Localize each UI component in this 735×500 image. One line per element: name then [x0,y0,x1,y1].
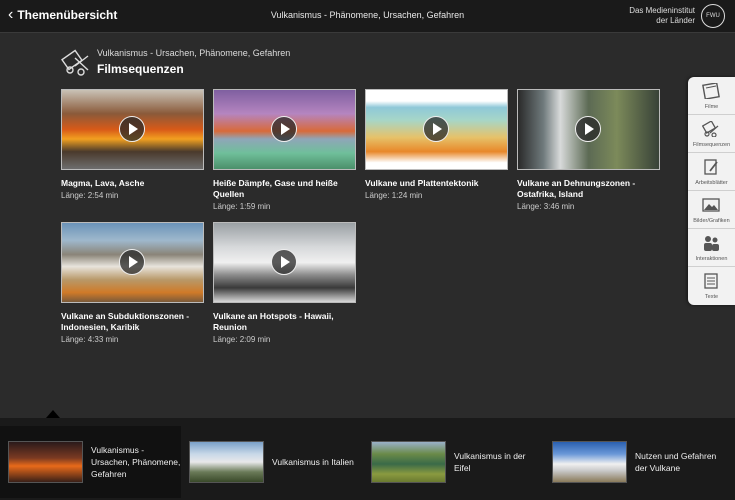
section-title: Filmsequenzen [97,62,184,76]
sidebar-item-arbeitsblaetter[interactable]: Arbeitsblätter [688,153,735,191]
sidebar-item-label: Interaktionen [695,256,728,262]
film-clips-section-icon [61,49,89,76]
topic-item-nutzen[interactable]: Nutzen und Gefahren der Vulkane [552,426,732,498]
sidebar-item-filme[interactable]: Filme [688,77,735,115]
play-icon[interactable] [119,116,145,142]
section-subtitle: Vulkanismus - Ursachen, Phänomene, Gefah… [97,48,291,58]
film-title: Vulkane an Hotspots - Hawaii, Reunion [213,311,334,332]
sidebar-item-texte[interactable]: Texte [688,267,735,304]
play-icon[interactable] [271,249,297,275]
play-icon[interactable] [575,116,601,142]
topic-navigation: Vulkanismus - Ursachen, Phänomene, Gefah… [0,418,735,500]
film-thumbnail [517,89,660,170]
film-card-1[interactable]: Magma, Lava, Asche Länge: 2:54 min [61,89,204,200]
topic-thumbnail [552,441,627,483]
active-topic-pointer [46,410,60,418]
sidebar-item-bilder[interactable]: Bilder/Grafiken [688,191,735,229]
brand-text: Das Medieninstitut der Länder [629,6,695,26]
topic-label: Vulkanismus in der Eifel [454,451,526,473]
worksheet-icon [704,159,718,175]
fwu-logo: FWU [701,4,725,28]
media-type-sidebar: Filme Filmsequenzen Arbeitsblätter Bilde… [688,77,735,305]
film-length: Länge: 3:46 min [517,202,575,211]
film-title: Vulkane an Subduktionszonen - Indonesien… [61,311,190,332]
sidebar-item-label: Texte [704,294,719,300]
film-card-6[interactable]: Vulkane an Hotspots - Hawaii, Reunion Lä… [213,222,356,344]
film-title: Vulkane und Plattentektonik [365,178,479,188]
brand-line-1: Das Medieninstitut [629,6,695,15]
film-thumbnail [365,89,508,170]
top-bar: ‹ Themenübersicht Vulkanismus - Phänomen… [0,0,735,33]
sidebar-item-label: Bilder/Grafiken [693,218,730,224]
topic-item-italien[interactable]: Vulkanismus in Italien [189,426,359,498]
topic-label: Vulkanismus in Italien [272,457,354,467]
film-length: Länge: 1:24 min [365,191,423,200]
sidebar-item-label: Arbeitsblätter [695,180,728,186]
film-title: Heiße Dämpfe, Gase und heiße Quellen [213,178,338,199]
film-card-5[interactable]: Vulkane an Subduktionszonen - Indonesien… [61,222,204,344]
film-length: Länge: 4:33 min [61,335,119,344]
topic-label: Nutzen und Gefahren der Vulkane [635,451,717,473]
topic-thumbnail [8,441,83,483]
film-thumbnail [213,222,356,303]
people-icon [704,236,719,251]
topic-item-active[interactable]: Vulkanismus - Ursachen, Phänomene, Gefah… [0,426,181,498]
film-length: Länge: 1:59 min [213,202,271,211]
play-icon[interactable] [271,116,297,142]
film-card-4[interactable]: Vulkane an Dehnungszonen - Ostafrika, Is… [517,89,660,211]
sidebar-item-filmsequenzen[interactable]: Filmsequenzen [688,115,735,153]
topic-thumbnail [371,441,446,483]
play-icon[interactable] [423,116,449,142]
film-thumbnail [213,89,356,170]
sidebar-item-label: Filme [704,104,719,110]
sidebar-item-interaktionen[interactable]: Interaktionen [688,229,735,267]
sidebar-item-label: Filmsequenzen [692,142,731,148]
play-icon[interactable] [119,249,145,275]
film-card-3[interactable]: Vulkane und Plattentektonik Länge: 1:24 … [365,89,508,200]
film-thumbnail [61,89,204,170]
topic-thumbnail [189,441,264,483]
film-icon [702,83,720,99]
film-clips-icon [702,121,719,137]
film-card-2[interactable]: Heiße Dämpfe, Gase und heiße Quellen Län… [213,89,356,211]
film-title: Vulkane an Dehnungszonen - Ostafrika, Is… [517,178,636,199]
page-title: Vulkanismus - Phänomene, Ursachen, Gefah… [270,10,465,20]
brand-line-2: der Länder [656,16,695,25]
topic-item-eifel[interactable]: Vulkanismus in der Eifel [371,426,541,498]
film-title: Magma, Lava, Asche [61,178,145,188]
topic-label: Vulkanismus - Ursachen, Phänomene, Gefah… [91,445,181,479]
document-icon [704,273,718,289]
film-length: Länge: 2:54 min [61,191,119,200]
film-length: Länge: 2:09 min [213,335,271,344]
film-thumbnail [61,222,204,303]
image-icon [702,198,720,212]
